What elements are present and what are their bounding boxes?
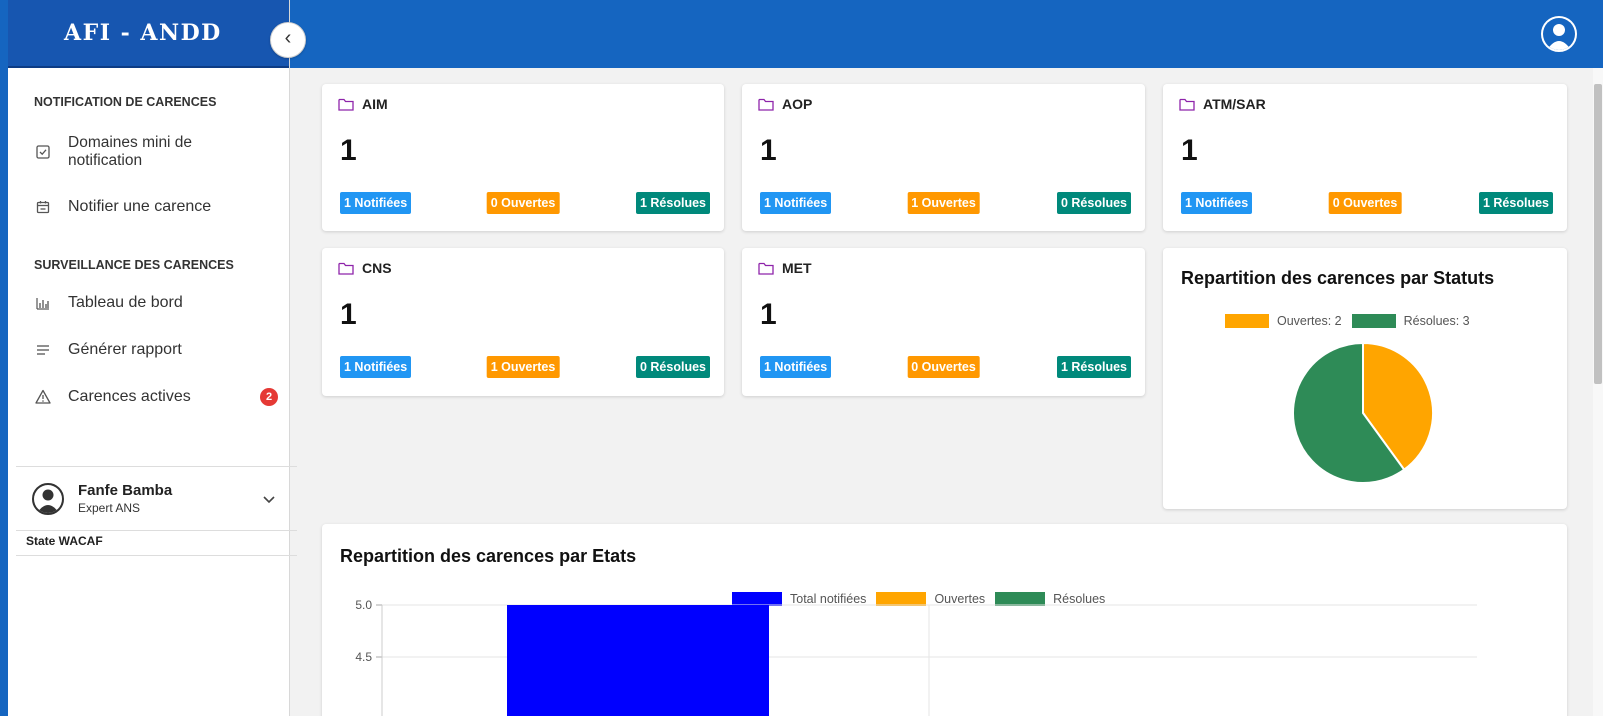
notified-badge: 1 Notifiées (1181, 192, 1253, 214)
card-title: AIM (362, 96, 388, 112)
notified-badge: 1 Notifiées (760, 192, 832, 214)
calendar-icon (34, 198, 52, 216)
domain-card-atm-sar[interactable]: ATM/SAR 1 1 Notifiées 0 Ouvertes 1 Résol… (1163, 84, 1567, 231)
status-pie-card: Repartition des carences par Statuts Ouv… (1163, 248, 1567, 509)
sidebar-item-label: Notifier une carence (68, 198, 212, 215)
domain-card-cns[interactable]: CNS 1 1 Notifiées 1 Ouvertes 0 Résolues (322, 248, 724, 396)
domain-card-aim[interactable]: AIM 1 1 Notifiées 0 Ouvertes 1 Résolues (322, 84, 724, 231)
y-tick-label: 5.0 (355, 598, 372, 612)
sidebar-item-domaines[interactable]: Domaines mini de notification (16, 134, 286, 170)
folder-icon (338, 98, 354, 111)
chevron-down-icon[interactable] (263, 491, 275, 509)
sidebar-item-label: Domaines mini de notification (68, 134, 193, 169)
card-count: 1 (340, 134, 357, 167)
sidebar-item-label: Générer rapport (68, 341, 182, 358)
card-count: 1 (340, 298, 357, 331)
folder-icon (758, 262, 774, 275)
bar-total-notifiées (507, 605, 769, 716)
card-count: 1 (1181, 134, 1198, 167)
lines-icon (34, 341, 52, 359)
account-avatar-icon[interactable] (1541, 16, 1577, 52)
card-title: CNS (362, 260, 392, 276)
state-label: State WACAF (16, 530, 297, 556)
card-title: MET (782, 260, 812, 276)
y-tick-label: 4.5 (355, 650, 372, 664)
resolved-badge: 1 Résolues (1056, 356, 1131, 378)
resolved-badge: 0 Résolues (1056, 192, 1131, 214)
open-badge: 0 Ouvertes (907, 356, 980, 378)
scrollbar-thumb[interactable] (1594, 84, 1602, 384)
section-surveillance-title: SURVEILLANCE DES CARENCES (34, 258, 234, 272)
checkbox-icon (34, 143, 52, 161)
bar-chart: 5.0 4.5 (355, 598, 1477, 716)
sidebar-item-label: Carences actives (68, 388, 191, 405)
folder-icon (1179, 98, 1195, 111)
open-badge: 1 Ouvertes (486, 356, 560, 378)
sidebar-item-notifier[interactable]: Notifier une carence (16, 198, 286, 216)
collapse-sidebar-button[interactable]: ‹ (270, 22, 306, 58)
notified-badge: 1 Notifiées (340, 356, 412, 378)
active-count-badge: 2 (260, 388, 278, 406)
sidebar: AFI - ANDD NOTIFICATION DE CARENCES Doma… (0, 0, 297, 716)
chevron-left-icon: ‹ (284, 27, 292, 49)
bar-chart-icon (34, 294, 52, 312)
folder-icon (758, 98, 774, 111)
warning-icon (34, 388, 52, 406)
domain-card-met[interactable]: MET 1 1 Notifiées 0 Ouvertes 1 Résolues (742, 248, 1145, 396)
user-role: Expert ANS (78, 501, 141, 515)
resolved-badge: 1 Résolues (1478, 192, 1553, 214)
sidebar-item-label: Tableau de bord (68, 294, 183, 311)
avatar (32, 482, 64, 515)
user-name: Fanfe Bamba (78, 482, 173, 499)
open-badge: 1 Ouvertes (907, 192, 980, 214)
resolved-badge: 0 Résolues (635, 356, 710, 378)
sidebar-item-carences-actives[interactable]: Carences actives 2 (16, 388, 286, 406)
open-badge: 0 Ouvertes (486, 192, 560, 214)
top-bar (290, 0, 1603, 68)
brand-title[interactable]: AFI - ANDD (8, 0, 289, 68)
card-count: 1 (760, 298, 777, 331)
user-menu[interactable]: Fanfe Bamba Expert ANS (16, 466, 297, 530)
section-notification-title: NOTIFICATION DE CARENCES (34, 95, 217, 109)
notified-badge: 1 Notifiées (760, 356, 832, 378)
card-title: AOP (782, 96, 813, 112)
states-bar-card: Repartition des carences par Etats Total… (322, 524, 1567, 716)
sidebar-item-tableau[interactable]: Tableau de bord (16, 294, 286, 312)
notified-badge: 1 Notifiées (340, 192, 412, 214)
resolved-badge: 1 Résolues (635, 192, 710, 214)
sidebar-item-rapport[interactable]: Générer rapport (16, 341, 286, 359)
card-title: ATM/SAR (1203, 96, 1266, 112)
open-badge: 0 Ouvertes (1328, 192, 1402, 214)
card-count: 1 (760, 134, 777, 167)
folder-icon (338, 262, 354, 275)
pie-chart (1292, 341, 1434, 484)
domain-card-aop[interactable]: AOP 1 1 Notifiées 1 Ouvertes 0 Résolues (742, 84, 1145, 231)
